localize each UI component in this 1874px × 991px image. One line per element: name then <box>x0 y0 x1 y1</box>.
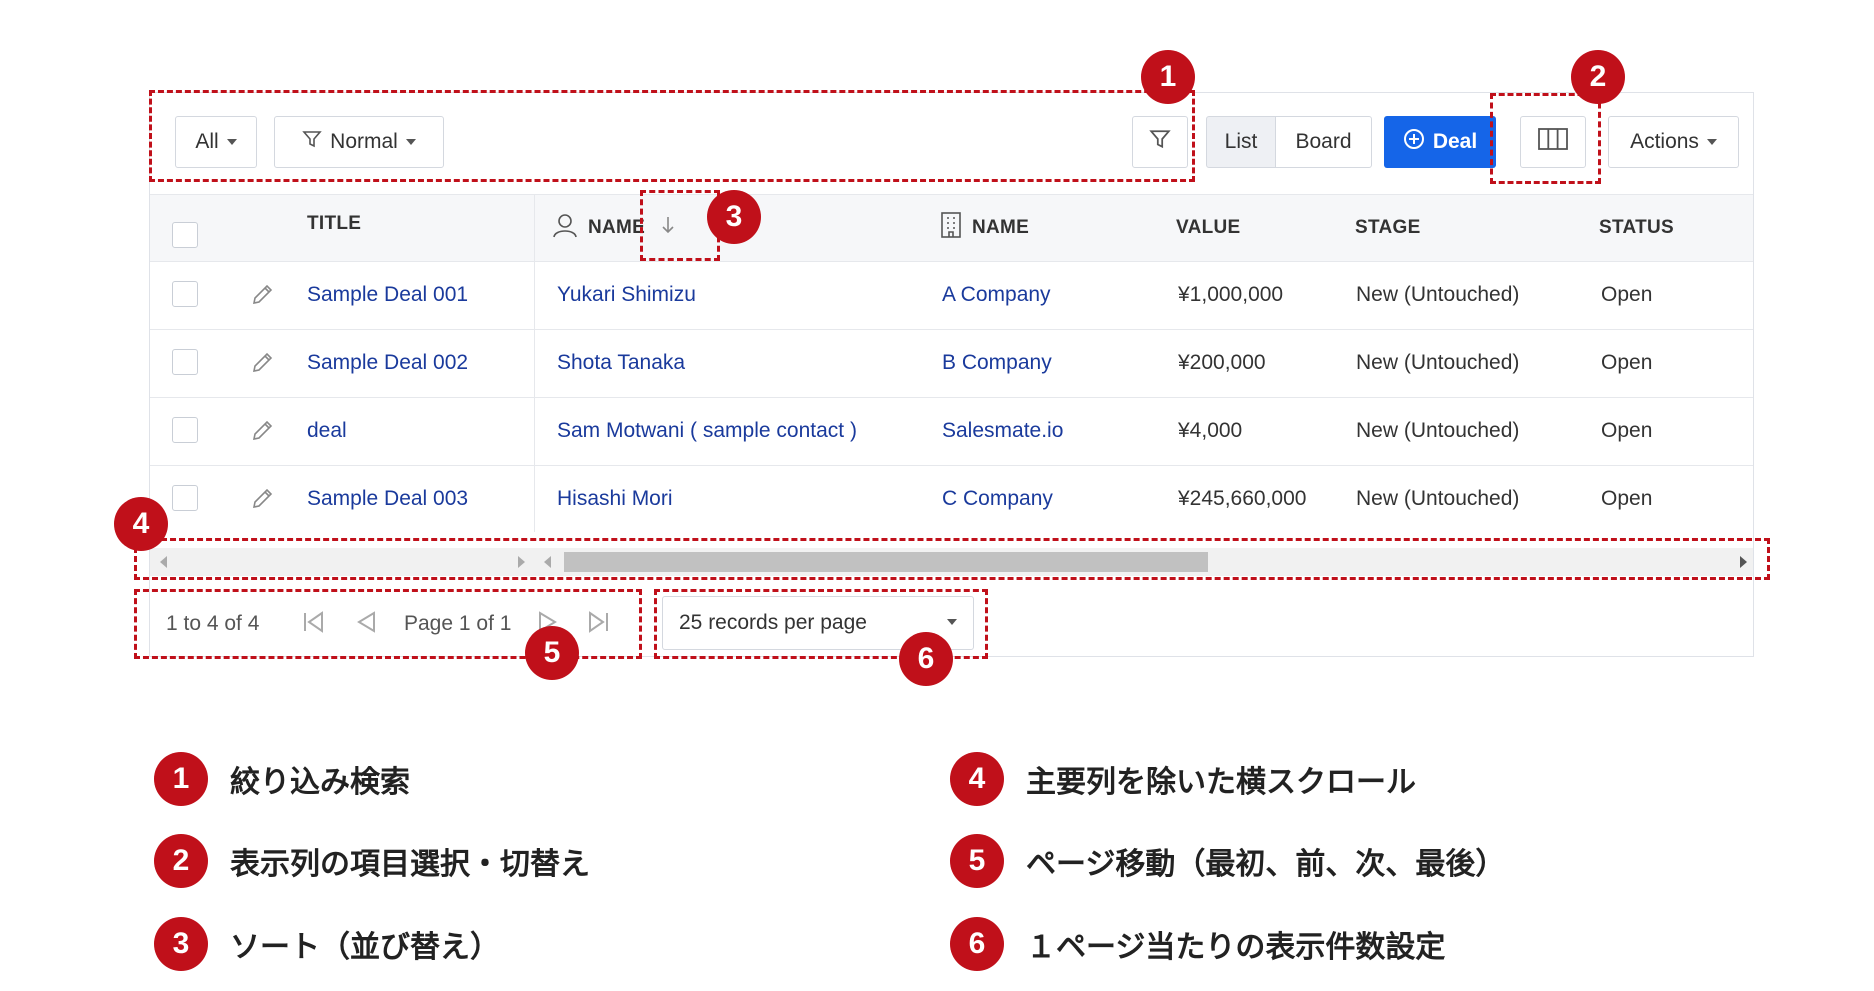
deal-stage: New (Untouched) <box>1356 419 1520 442</box>
callout-box-4 <box>134 538 1770 580</box>
column-header-value[interactable]: VALUE <box>1176 195 1240 261</box>
legend-item: 1 絞り込み検索 <box>154 752 410 806</box>
deal-value: ¥200,000 <box>1178 351 1266 374</box>
legend-text: ソート（並び替え） <box>230 930 500 965</box>
edit-pencil-icon[interactable] <box>250 465 274 533</box>
deal-stage: New (Untouched) <box>1356 283 1520 306</box>
callout-badge: 4 <box>114 497 168 551</box>
column-header-stage[interactable]: STAGE <box>1355 195 1421 261</box>
row-checkbox[interactable] <box>172 485 198 511</box>
edit-pencil-icon[interactable] <box>250 329 274 397</box>
column-header-title-label: TITLE <box>307 213 362 234</box>
legend-text: 絞り込み検索 <box>230 765 410 800</box>
column-header-status-label: STATUS <box>1599 217 1674 238</box>
deal-status: Open <box>1601 351 1653 374</box>
legend-badge: 2 <box>154 834 208 888</box>
deal-title-link[interactable]: Sample Deal 003 <box>307 465 468 533</box>
row-checkbox[interactable] <box>172 417 198 443</box>
company-name-link[interactable]: B Company <box>942 329 1052 397</box>
deal-value: ¥245,660,000 <box>1178 487 1307 510</box>
legend-item: 6 １ページ当たりの表示件数設定 <box>950 917 1445 971</box>
callout-box-2 <box>1490 93 1601 184</box>
callout-badge: 1 <box>1141 50 1195 104</box>
callout-box-1 <box>149 90 1195 182</box>
legend-badge: 5 <box>950 834 1004 888</box>
legend-item: 4 主要列を除いた横スクロール <box>950 752 1416 806</box>
legend-text: １ページ当たりの表示件数設定 <box>1026 930 1446 965</box>
user-icon <box>552 212 578 244</box>
deal-value: ¥4,000 <box>1178 419 1243 442</box>
contact-name-link[interactable]: Yukari Shimizu <box>557 261 696 329</box>
building-icon <box>940 212 962 244</box>
deal-status: Open <box>1601 419 1653 442</box>
table-header: TITLE NAME NAME VALUE STAGE STATUS <box>150 194 1753 262</box>
column-header-value-label: VALUE <box>1176 217 1241 238</box>
deal-value: ¥1,000,000 <box>1178 283 1284 306</box>
list-view-toggle[interactable]: List <box>1206 116 1276 168</box>
chevron-down-icon <box>1706 139 1717 145</box>
deal-title-link[interactable]: Sample Deal 001 <box>307 261 468 329</box>
add-deal-label: Deal <box>1432 130 1478 153</box>
list-view-label: List <box>1224 130 1258 153</box>
board-view-toggle[interactable]: Board <box>1275 116 1372 168</box>
deal-stage: New (Untouched) <box>1356 351 1520 374</box>
select-all-checkbox[interactable] <box>172 222 198 248</box>
deal-stage: New (Untouched) <box>1356 487 1520 510</box>
column-header-status[interactable]: STATUS <box>1599 195 1674 261</box>
table-row: Sample Deal 002 Shota Tanaka B Company ¥… <box>150 329 1753 398</box>
legend-badge: 4 <box>950 752 1004 806</box>
callout-badge: 2 <box>1571 50 1625 104</box>
legend-text: ページ移動（最初、前、次、最後） <box>1026 847 1506 882</box>
add-deal-button[interactable]: Deal <box>1384 116 1496 168</box>
company-name-link[interactable]: C Company <box>942 465 1053 533</box>
column-header-company-name[interactable]: NAME <box>940 195 1029 261</box>
deal-title-link[interactable]: deal <box>307 397 347 465</box>
actions-label: Actions <box>1630 130 1699 153</box>
company-name-link[interactable]: A Company <box>942 261 1051 329</box>
row-checkbox[interactable] <box>172 281 198 307</box>
deal-status: Open <box>1601 487 1653 510</box>
legend-item: 2 表示列の項目選択・切替え <box>154 834 590 888</box>
legend-badge: 1 <box>154 752 208 806</box>
company-name-link[interactable]: Salesmate.io <box>942 397 1063 465</box>
legend-badge: 3 <box>154 917 208 971</box>
deal-status: Open <box>1601 283 1653 306</box>
contact-name-link[interactable]: Sam Motwani ( sample contact ) <box>557 397 857 465</box>
deal-title-link[interactable]: Sample Deal 002 <box>307 329 468 397</box>
contact-name-link[interactable]: Shota Tanaka <box>557 329 685 397</box>
callout-badge: 5 <box>525 626 579 680</box>
edit-pencil-icon[interactable] <box>250 261 274 329</box>
callout-badge: 3 <box>707 190 761 244</box>
legend-item: 5 ページ移動（最初、前、次、最後） <box>950 834 1505 888</box>
column-header-company-name-label: NAME <box>972 217 1030 238</box>
contact-name-link[interactable]: Hisashi Mori <box>557 465 673 533</box>
table-row: Sample Deal 001 Yukari Shimizu A Company… <box>150 261 1753 330</box>
board-view-label: Board <box>1295 130 1352 153</box>
plus-circle-icon <box>1403 128 1425 156</box>
table-row: Sample Deal 003 Hisashi Mori C Company ¥… <box>150 465 1753 533</box>
table-row: deal Sam Motwani ( sample contact ) Sale… <box>150 397 1753 466</box>
edit-pencil-icon[interactable] <box>250 397 274 465</box>
legend-badge: 6 <box>950 917 1004 971</box>
legend-text: 表示列の項目選択・切替え <box>230 847 590 882</box>
row-checkbox[interactable] <box>172 349 198 375</box>
callout-badge: 6 <box>899 632 953 686</box>
column-header-title[interactable]: TITLE <box>307 191 361 257</box>
column-header-contact-name-label: NAME <box>588 217 646 238</box>
legend-item: 3 ソート（並び替え） <box>154 917 500 971</box>
column-header-stage-label: STAGE <box>1355 217 1421 238</box>
actions-dropdown[interactable]: Actions <box>1608 116 1739 168</box>
legend-text: 主要列を除いた横スクロール <box>1026 765 1416 800</box>
